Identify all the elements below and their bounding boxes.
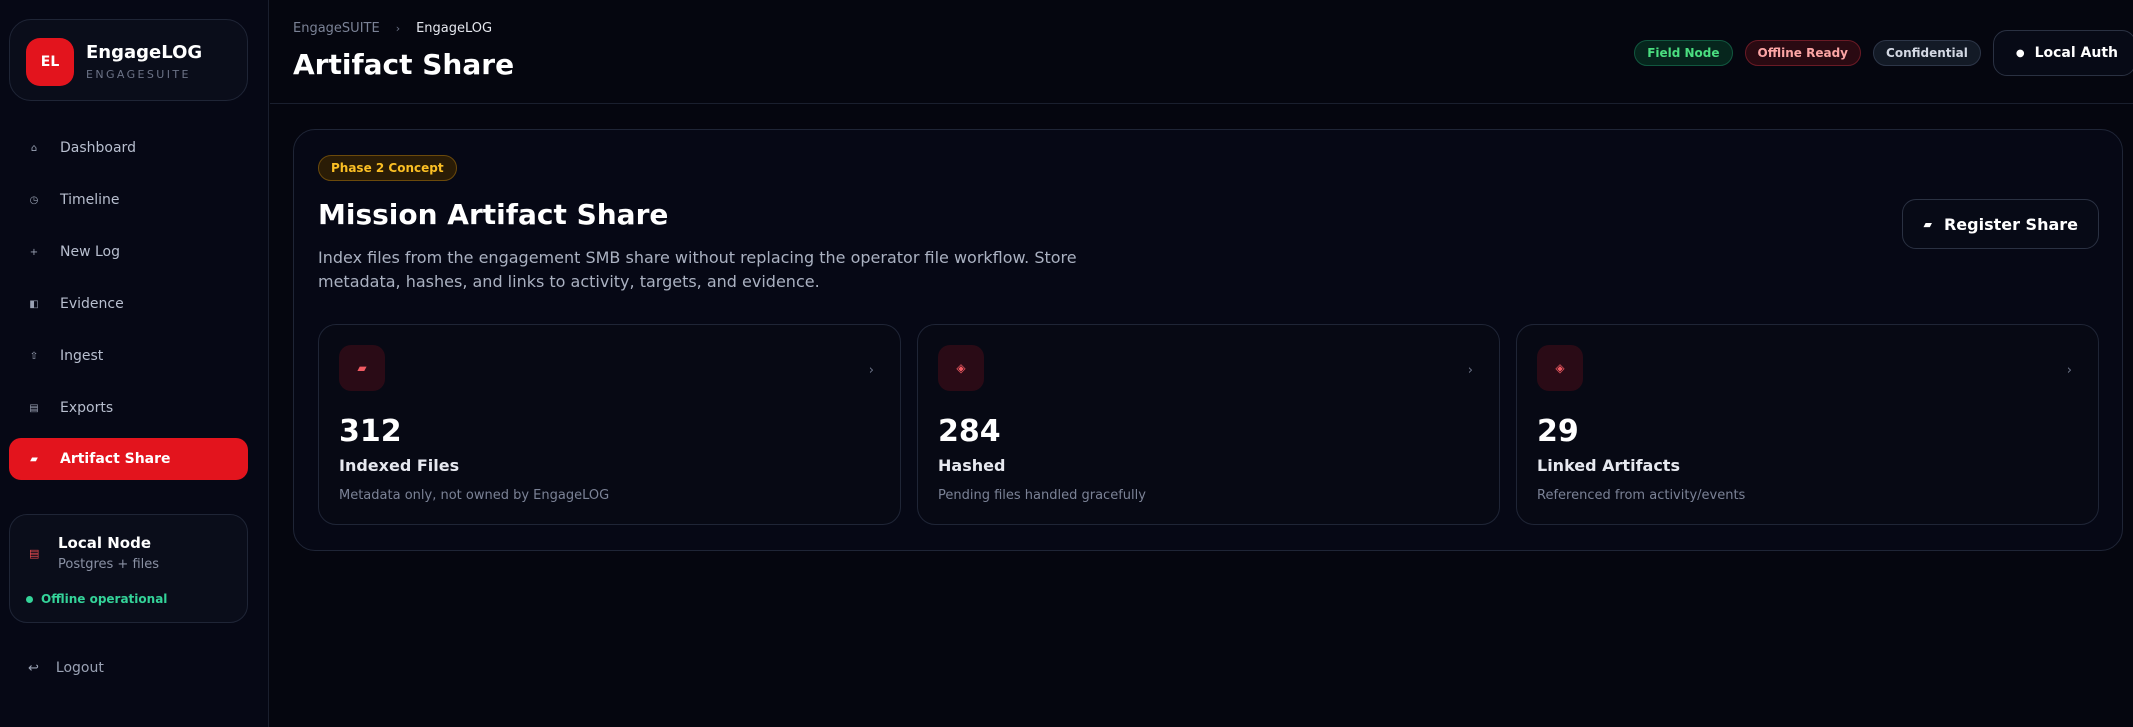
local-auth-label: Local Auth <box>2034 45 2118 61</box>
stat-value: 284 <box>938 414 1001 449</box>
stat-card-linked-artifacts[interactable]: ◈ › 29 Linked Artifacts Referenced from … <box>1516 324 2099 525</box>
chevron-right-icon: › <box>868 363 874 378</box>
offline-ready-badge: Offline Ready <box>1744 40 1862 66</box>
breadcrumb-separator-icon: › <box>395 22 401 35</box>
upload-icon: ⇧ <box>29 350 39 362</box>
sidebar-item-dashboard[interactable]: ⌂ Dashboard <box>9 127 248 169</box>
clock-icon: ◷ <box>29 194 39 206</box>
sidebar-item-artifact-share[interactable]: ▰ Artifact Share <box>9 438 248 480</box>
user-icon: ● <box>2015 47 2025 59</box>
sidebar-item-timeline[interactable]: ◷ Timeline <box>9 179 248 221</box>
logout-label: Logout <box>55 660 104 676</box>
sidebar-item-label: Ingest <box>60 348 104 364</box>
local-node-card: ▤ Local Node Postgres + files Offline op… <box>9 514 248 623</box>
folder-icon: ◧ <box>29 298 39 310</box>
archive-icon: ▤ <box>29 402 39 414</box>
chevron-right-icon: › <box>2066 363 2072 378</box>
stat-subtext: Referenced from activity/events <box>1537 488 1746 503</box>
link-icon: ◈ <box>1537 345 1583 391</box>
sidebar-item-label: Artifact Share <box>60 451 171 467</box>
confidential-badge: Confidential <box>1873 40 1981 66</box>
file-stack-icon: ▰ <box>339 345 385 391</box>
sidebar-item-exports[interactable]: ▤ Exports <box>9 387 248 429</box>
field-node-badge: Field Node <box>1634 40 1733 66</box>
chevron-right-icon: › <box>1467 363 1473 378</box>
hash-icon: ◈ <box>938 345 984 391</box>
server-icon: ▤ <box>29 547 40 560</box>
sidebar-item-label: Exports <box>60 400 114 416</box>
panel-title: Mission Artifact Share <box>318 198 669 231</box>
sidebar-item-label: Timeline <box>60 192 120 208</box>
register-share-button[interactable]: ▰ Register Share <box>1902 199 2099 249</box>
stat-card-indexed-files[interactable]: ▰ › 312 Indexed Files Metadata only, not… <box>318 324 901 525</box>
node-status-label: Offline operational <box>41 592 168 606</box>
stat-value: 29 <box>1537 414 1579 449</box>
plus-icon: + <box>29 246 39 258</box>
logout-icon: ↩ <box>28 660 39 676</box>
sidebar: EL EngageLOG ENGAGESUITE ⌂ Dashboard ◷ T… <box>0 0 269 727</box>
register-share-label: Register Share <box>1943 214 2078 234</box>
logout-button[interactable]: ↩ Logout <box>28 660 104 676</box>
stat-card-hashed[interactable]: ◈ › 284 Hashed Pending files handled gra… <box>917 324 1500 525</box>
panel-description: Index files from the engagement SMB shar… <box>318 248 1077 291</box>
home-icon: ⌂ <box>30 142 38 154</box>
breadcrumb-item-suite[interactable]: EngageSUITE <box>293 21 380 36</box>
share-drive-icon: ▰ <box>30 453 38 465</box>
brand-logo: EL <box>26 38 74 86</box>
brand-name: EngageLOG <box>86 42 203 63</box>
node-title: Local Node <box>58 534 152 552</box>
status-dot-icon <box>26 595 33 603</box>
breadcrumb-item-current: EngageLOG <box>416 21 493 36</box>
artifact-share-panel: Phase 2 Concept Mission Artifact Share I… <box>293 129 2123 551</box>
sidebar-item-label: Dashboard <box>60 140 136 156</box>
sidebar-item-new-log[interactable]: + New Log <box>9 231 248 273</box>
stat-subtext: Pending files handled gracefully <box>938 488 1146 503</box>
share-drive-icon: ▰ <box>1923 217 1932 231</box>
phase-badge: Phase 2 Concept <box>318 155 457 181</box>
sidebar-item-label: New Log <box>60 244 120 260</box>
stat-label: Indexed Files <box>339 456 460 475</box>
breadcrumb: EngageSUITE › EngageLOG <box>293 21 492 36</box>
stat-value: 312 <box>339 414 402 449</box>
brand-card[interactable]: EL EngageLOG ENGAGESUITE <box>9 19 248 101</box>
node-subtitle: Postgres + files <box>58 557 160 572</box>
page-header: EngageSUITE › EngageLOG Artifact Share F… <box>270 0 2133 104</box>
sidebar-item-evidence[interactable]: ◧ Evidence <box>9 283 248 325</box>
page-title: Artifact Share <box>293 48 515 81</box>
local-auth-button[interactable]: ● Local Auth <box>1992 30 2133 76</box>
sidebar-item-ingest[interactable]: ⇧ Ingest <box>9 335 248 377</box>
stat-label: Hashed <box>938 456 1006 475</box>
stat-subtext: Metadata only, not owned by EngageLOG <box>339 488 610 503</box>
sidebar-item-label: Evidence <box>60 296 124 312</box>
brand-subtitle: ENGAGESUITE <box>86 68 191 81</box>
node-status: Offline operational <box>26 592 167 606</box>
stat-label: Linked Artifacts <box>1537 456 1680 475</box>
header-badges: Field Node Offline Ready Confidential ● … <box>1634 30 2133 76</box>
